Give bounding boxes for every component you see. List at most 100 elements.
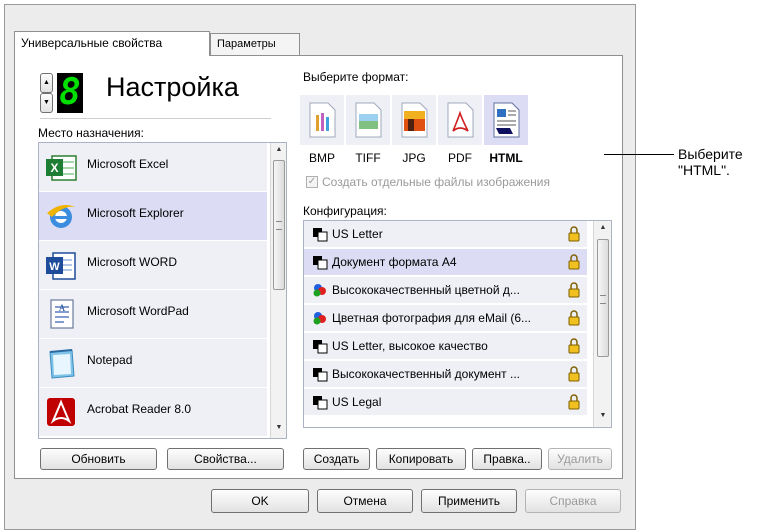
document-icon [313,256,328,270]
cancel-button[interactable]: Отмена [317,489,413,513]
document-icon [313,340,328,354]
word-icon: W [46,252,76,280]
format-tile-html[interactable] [484,95,528,145]
destination-item-wordpad[interactable]: A Microsoft WordPad [39,290,267,338]
destination-item-excel[interactable]: X Microsoft Excel [39,143,267,191]
lock-icon [568,226,580,242]
color-document-icon [313,312,326,325]
ok-button[interactable]: OK [211,489,309,513]
separate-files-checkbox[interactable]: ✓ [306,176,318,188]
tab-universal-properties[interactable]: Универсальные свойства [14,31,210,56]
destination-item-label: Acrobat Reader 8.0 [87,402,192,416]
html-file-icon [493,102,520,138]
svg-text:A: A [59,303,66,313]
lock-icon [568,338,580,354]
acrobat-icon [47,398,75,426]
lock-icon [568,394,580,410]
config-item-label: Высококачественный цветной д... [332,283,520,297]
tiff-file-icon [355,102,382,138]
document-icon [313,368,328,382]
bmp-file-icon [309,102,336,138]
destination-item-notepad[interactable]: Notepad [39,339,267,387]
format-tile-tiff[interactable] [346,95,390,145]
config-item[interactable]: US Legal [304,389,587,415]
configuration-scrollbar[interactable]: ▲ ▼ [593,221,611,427]
document-icon [313,396,328,410]
destination-item-label: Notepad [87,353,133,367]
destination-item-acrobat[interactable]: Acrobat Reader 8.0 [39,388,267,436]
configuration-scroll-thumb[interactable] [597,239,609,357]
create-button[interactable]: Создать [303,448,370,470]
config-item[interactable]: Высококачественный документ ... [304,361,587,387]
copy-button[interactable]: Копировать [376,448,466,470]
config-item[interactable]: US Letter [304,221,587,247]
config-item[interactable]: US Letter, высокое качество [304,333,587,359]
config-item-label: Высококачественный документ ... [332,367,520,381]
configuration-list[interactable]: US Letter Документ формата А4 Высококаче… [303,220,612,428]
callout-line-1: Выберите [678,146,743,162]
lock-icon [568,366,580,382]
spinner-down-button[interactable]: ▼ [40,93,53,113]
config-item-label: US Letter [332,227,383,241]
apply-button[interactable]: Применить [421,489,517,513]
format-label-tiff[interactable]: TIFF [346,151,390,165]
format-tile-jpg[interactable] [392,95,436,145]
config-item-label: Цветная фотография для eMail (6... [332,311,531,325]
document-icon [313,228,328,242]
delete-button[interactable]: Удалить [548,448,612,470]
edit-button[interactable]: Правка.. [472,448,542,470]
config-item-label: Документ формата А4 [332,255,457,269]
lock-icon [568,310,580,326]
config-item-label: US Letter, высокое качество [332,339,488,353]
callout-line-2: "HTML". [678,162,730,178]
scroll-up-icon[interactable]: ▲ [271,146,286,153]
callout-line [604,154,674,155]
scroll-down-icon[interactable]: ▼ [271,424,286,431]
config-item[interactable]: Документ формата А4 [304,249,587,275]
properties-button[interactable]: Свойства... [167,448,284,470]
jpg-file-icon [401,102,428,138]
svg-text:W: W [49,261,60,273]
arrow-down-icon: ▼ [43,99,50,106]
spinner-up-button[interactable]: ▲ [40,73,53,93]
color-document-icon [313,284,326,297]
config-item-label: US Legal [332,395,382,409]
destination-scrollbar[interactable]: ▲ ▼ [270,143,286,438]
internet-explorer-icon [47,205,75,228]
configuration-number-display: 8 [57,73,83,113]
destination-item-word[interactable]: W Microsoft WORD [39,241,267,289]
notepad-icon [49,349,75,379]
format-tile-pdf[interactable] [438,95,482,145]
format-label-bmp[interactable]: BMP [300,151,344,165]
config-item[interactable]: Цветная фотография для eMail (6... [304,305,587,331]
configuration-heading: Конфигурация: [303,204,387,218]
destination-heading: Место назначения: [38,126,144,140]
destination-list[interactable]: X Microsoft Excel Microsoft Explorer W M… [38,142,287,439]
grip-icon [600,295,606,304]
separate-files-label: Создать отдельные файлы изображения [322,175,550,189]
help-button[interactable]: Справка [525,489,621,513]
destination-item-label: Microsoft WordPad [87,304,189,318]
config-item[interactable]: Высококачественный цветной д... [304,277,587,303]
destination-item-label: Microsoft Excel [87,157,169,171]
refresh-button[interactable]: Обновить [40,448,157,470]
scroll-up-icon[interactable]: ▲ [594,224,611,231]
configuration-spinner[interactable]: ▲ ▼ [40,73,53,113]
lock-icon [568,282,580,298]
lock-icon [568,254,580,270]
svg-text:X: X [50,161,58,175]
format-label-jpg[interactable]: JPG [392,151,436,165]
tab-parameters[interactable]: Параметры [210,33,300,55]
destination-scroll-thumb[interactable] [273,160,285,290]
scroll-down-icon[interactable]: ▼ [594,412,611,419]
excel-icon: X [46,155,77,181]
format-heading: Выберите формат: [303,70,409,84]
format-label-pdf[interactable]: PDF [438,151,482,165]
format-label-html[interactable]: HTML [484,151,528,165]
format-tile-bmp[interactable] [300,95,344,145]
callout-text: Выберите "HTML". [678,146,743,178]
destination-item-explorer[interactable]: Microsoft Explorer [39,192,267,240]
arrow-up-icon: ▲ [43,79,50,86]
tab-parameters-label: Параметры [217,38,276,50]
grip-icon [276,221,282,230]
